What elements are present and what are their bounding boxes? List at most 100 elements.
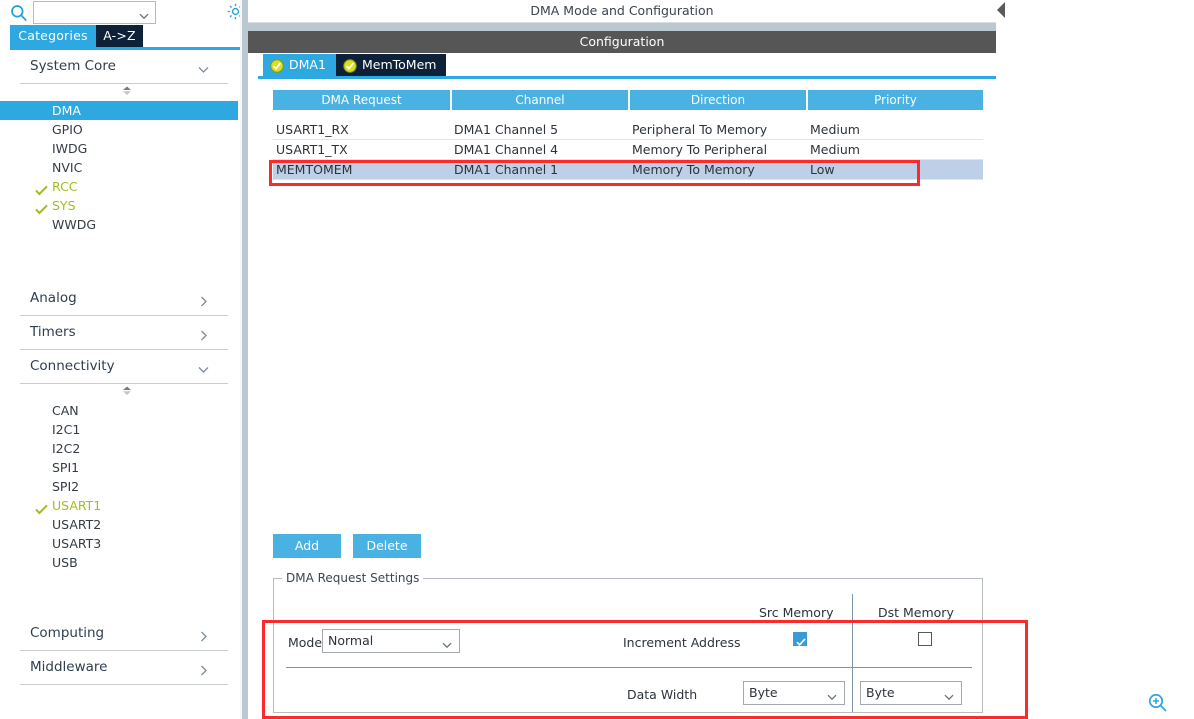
- column-header-channel[interactable]: Channel: [452, 90, 628, 110]
- increment-address-dst-checkbox[interactable]: [918, 632, 932, 646]
- table-body: USART1_RX DMA1 Channel 5 Peripheral To M…: [273, 120, 983, 189]
- sidebar-item-label: GPIO: [52, 122, 83, 137]
- column-divider: [852, 594, 853, 712]
- chevron-down-icon[interactable]: [138, 7, 150, 20]
- sidebar-group-list: System Core DMA GPIO IWDG NVIC RCC SYS W…: [0, 50, 238, 719]
- sidebar-group-header-computing[interactable]: Computing: [0, 617, 238, 651]
- search-input[interactable]: [36, 3, 134, 22]
- sidebar-item-label: USB: [52, 555, 78, 570]
- chevron-right-icon[interactable]: [197, 662, 210, 676]
- sidebar-item-rcc[interactable]: RCC: [0, 177, 238, 196]
- cell-dma-request: USART1_TX: [276, 142, 348, 157]
- tab-dma1[interactable]: DMA1: [263, 54, 336, 76]
- sidebar-group-system-core: System Core DMA GPIO IWDG NVIC RCC SYS W…: [0, 50, 238, 282]
- column-header-dma-request[interactable]: DMA Request: [273, 90, 450, 110]
- row-divider: [286, 667, 972, 668]
- sidebar-group-header-connectivity[interactable]: Connectivity: [0, 350, 238, 384]
- label-src-memory: Src Memory: [759, 605, 834, 620]
- sidebar-item-usart3[interactable]: USART3: [0, 534, 238, 553]
- delete-button[interactable]: Delete: [353, 534, 421, 558]
- label-mode: Mode: [288, 635, 323, 650]
- cell-channel: DMA1 Channel 4: [454, 142, 559, 157]
- label-dst-memory: Dst Memory: [878, 605, 954, 620]
- sidebar-group-title: Timers: [30, 324, 76, 340]
- table-row[interactable]: USART1_TX DMA1 Channel 4 Memory To Perip…: [273, 140, 983, 160]
- cell-channel: DMA1 Channel 1: [454, 162, 559, 177]
- mode-select[interactable]: Normal: [322, 629, 460, 653]
- sidebar-group-header-analog[interactable]: Analog: [0, 282, 238, 316]
- label-increment-address: Increment Address: [623, 635, 741, 650]
- increment-address-src-checkbox[interactable]: [793, 632, 807, 647]
- divider: [20, 684, 228, 685]
- check-icon: [795, 633, 807, 647]
- add-button[interactable]: Add: [273, 534, 341, 558]
- chevron-down-icon[interactable]: [197, 361, 210, 374]
- sidebar-item-spi2[interactable]: SPI2: [0, 477, 238, 496]
- sidebar: Categories A->Z System Core DMA GPIO IWD…: [0, 0, 244, 719]
- sidebar-search-row: [0, 0, 244, 26]
- sidebar-item-usart2[interactable]: USART2: [0, 515, 238, 534]
- sidebar-item-usart1[interactable]: USART1: [0, 496, 238, 515]
- check-circle-icon: [343, 58, 357, 73]
- sidebar-item-nvic[interactable]: NVIC: [0, 158, 238, 177]
- search-box[interactable]: [33, 1, 156, 24]
- sidebar-item-i2c2[interactable]: I2C2: [0, 439, 238, 458]
- scroll-indicator[interactable]: [0, 384, 238, 401]
- table-row[interactable]: MEMTOMEM DMA1 Channel 1 Memory To Memory…: [273, 160, 983, 180]
- data-width-src-select[interactable]: Byte: [743, 681, 845, 705]
- chevron-right-icon[interactable]: [197, 293, 210, 307]
- sidebar-item-label: SYS: [52, 198, 76, 213]
- cell-direction: Peripheral To Memory: [632, 122, 768, 137]
- sidebar-item-label: I2C1: [52, 422, 81, 437]
- cell-dma-request: MEMTOMEM: [276, 162, 353, 177]
- sidebar-group-timers: Timers: [0, 316, 238, 350]
- sidebar-item-label: WWDG: [52, 217, 97, 232]
- chevron-right-icon[interactable]: [197, 327, 210, 341]
- sidebar-item-dma[interactable]: DMA: [0, 101, 238, 120]
- chevron-down-icon[interactable]: [441, 636, 453, 649]
- column-header-priority[interactable]: Priority: [808, 90, 983, 110]
- table-row[interactable]: USART1_RX DMA1 Channel 5 Peripheral To M…: [273, 120, 983, 140]
- cell-priority: Medium: [810, 142, 860, 157]
- sidebar-item-spi1[interactable]: SPI1: [0, 458, 238, 477]
- sidebar-group-title: Connectivity: [30, 358, 115, 374]
- tab-a-to-z[interactable]: A->Z: [96, 25, 143, 47]
- sidebar-item-usb[interactable]: USB: [0, 553, 238, 572]
- search-icon: [10, 4, 28, 22]
- zoom-in-icon[interactable]: [1147, 692, 1169, 714]
- data-width-dst-select[interactable]: Byte: [860, 681, 962, 705]
- app-root: Categories A->Z System Core DMA GPIO IWD…: [0, 0, 1194, 719]
- sidebar-scrollbar[interactable]: [240, 0, 248, 719]
- sidebar-item-label: USART2: [52, 517, 102, 532]
- sidebar-item-label: RCC: [52, 179, 78, 194]
- cell-direction: Memory To Peripheral: [632, 142, 768, 157]
- tab-categories[interactable]: Categories: [10, 25, 96, 47]
- sidebar-group-header-timers[interactable]: Timers: [0, 316, 238, 350]
- sidebar-item-i2c1[interactable]: I2C1: [0, 420, 238, 439]
- sidebar-tabs: Categories A->Z: [0, 25, 240, 50]
- chevron-down-icon[interactable]: [943, 688, 955, 701]
- sidebar-item-label: SPI1: [52, 460, 80, 475]
- sidebar-item-sys[interactable]: SYS: [0, 196, 238, 215]
- sidebar-group-header-system-core[interactable]: System Core: [0, 50, 238, 84]
- dma-tabs-underline: [258, 76, 996, 79]
- scroll-indicator[interactable]: [0, 84, 238, 101]
- sidebar-group-middleware: Middleware: [0, 651, 238, 685]
- tab-memtomem[interactable]: MemToMem: [336, 54, 447, 76]
- chevron-down-icon[interactable]: [197, 61, 210, 74]
- cell-priority: Medium: [810, 122, 860, 137]
- main-panel: DMA Mode and Configuration Configuration…: [248, 0, 1194, 719]
- check-icon: [35, 181, 48, 196]
- header-strip: [248, 23, 996, 31]
- sidebar-item-wwdg[interactable]: WWDG: [0, 215, 238, 234]
- chevron-right-icon[interactable]: [197, 628, 210, 642]
- column-header-direction[interactable]: Direction: [630, 90, 806, 110]
- sidebar-group-title: Middleware: [30, 659, 108, 675]
- sidebar-item-gpio[interactable]: GPIO: [0, 120, 238, 139]
- mode-select-value: Normal: [328, 633, 374, 648]
- sidebar-item-can[interactable]: CAN: [0, 401, 238, 420]
- sidebar-item-iwdg[interactable]: IWDG: [0, 139, 238, 158]
- sidebar-group-header-middleware[interactable]: Middleware: [0, 651, 238, 685]
- chevron-down-icon[interactable]: [826, 688, 838, 701]
